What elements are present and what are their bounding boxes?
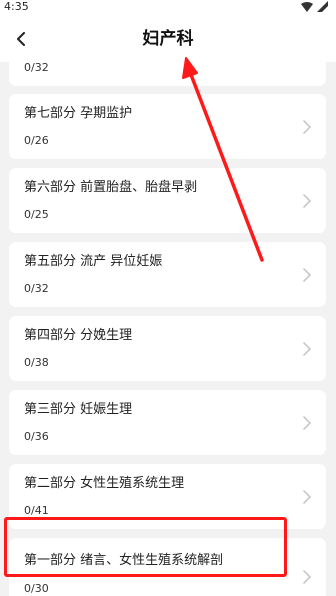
chevron-right-icon <box>303 194 311 208</box>
item-progress: 0/36 <box>24 430 49 443</box>
list-item[interactable]: 第七部分 孕期监护 0/26 <box>9 94 326 159</box>
list-item[interactable]: 0/32 <box>9 62 326 86</box>
item-progress: 0/41 <box>24 504 49 517</box>
page-title: 妇产科 <box>142 29 194 49</box>
list-item[interactable]: 第四部分 分娩生理 0/38 <box>9 316 326 381</box>
wifi-icon <box>301 1 313 12</box>
item-progress: 0/26 <box>24 134 49 147</box>
item-title: 第六部分 前置胎盘、胎盘早剥 <box>24 180 198 195</box>
chevron-right-icon <box>303 416 311 430</box>
item-title: 第七部分 孕期监护 <box>24 106 133 121</box>
chevron-right-icon <box>303 268 311 282</box>
chevron-right-icon <box>303 490 311 504</box>
item-progress: 0/25 <box>24 208 49 221</box>
highlight-box <box>4 517 287 577</box>
item-title: 第三部分 妊娠生理 <box>24 402 133 417</box>
status-time: 4:35 <box>4 0 29 13</box>
list-item[interactable]: 第三部分 妊娠生理 0/36 <box>9 390 326 455</box>
item-progress: 0/32 <box>24 282 49 295</box>
item-title: 第四部分 分娩生理 <box>24 328 133 343</box>
list-item[interactable]: 第五部分 流产 异位妊娠 0/32 <box>9 242 326 307</box>
status-icons <box>301 1 328 12</box>
item-title: 第二部分 女性生殖系统生理 <box>24 476 185 491</box>
chevron-right-icon <box>303 342 311 356</box>
item-progress: 0/38 <box>24 356 49 369</box>
chevron-right-icon <box>303 120 311 134</box>
battery-icon <box>317 1 328 12</box>
chapter-list[interactable]: 0/32 第七部分 孕期监护 0/26 第六部分 前置胎盘、胎盘早剥 0/25 … <box>0 62 336 596</box>
status-bar: 4:35 <box>0 0 336 14</box>
list-item[interactable]: 第六部分 前置胎盘、胎盘早剥 0/25 <box>9 168 326 233</box>
chevron-right-icon <box>303 570 311 584</box>
item-title: 第五部分 流产 异位妊娠 <box>24 254 163 269</box>
item-progress: 0/32 <box>24 62 49 74</box>
navigation-bar: 妇产科 <box>0 14 336 62</box>
item-progress: 0/30 <box>24 582 49 595</box>
